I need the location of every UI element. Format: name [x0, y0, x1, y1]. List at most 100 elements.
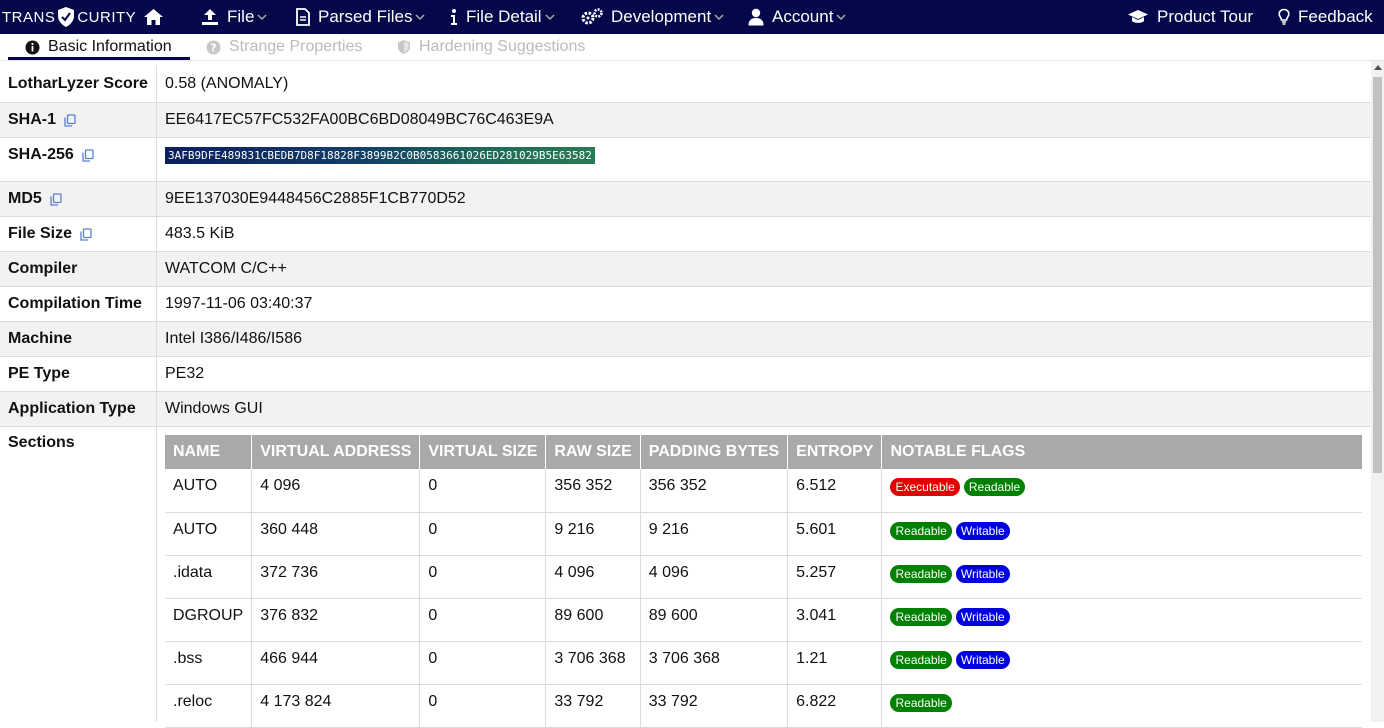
- sha256-row: SHA-256 3AFB9DFE489831CBEDB7D8F18828F389…: [0, 138, 1371, 182]
- section-virtual-address: 4 173 824: [251, 684, 421, 728]
- section-virtual-size: 0: [419, 684, 547, 728]
- section-notable-flags: Readable: [881, 684, 1362, 728]
- sections-header-row: NAME VIRTUAL ADDRESS VIRTUAL SIZE RAW SI…: [165, 435, 1362, 469]
- sections-body: AUTO 4 096 0 356 352 356 352 6.512 Executable R…: [165, 469, 1362, 728]
- flag-badge: Readable: [890, 564, 952, 583]
- section-name: .idata: [165, 555, 253, 599]
- application-type-value: Windows GUI: [165, 400, 263, 417]
- section-entropy: 1.21: [787, 641, 883, 685]
- section-raw-size: 89 600: [545, 598, 641, 642]
- home-icon: [144, 9, 163, 25]
- compiler-row: Compiler WATCOM C/C++: [0, 252, 1371, 287]
- compilation-time-row: Compilation Time 1997-11-06 03:40:37: [0, 287, 1371, 322]
- col-raw-size[interactable]: RAW SIZE: [545, 435, 641, 469]
- table-row: .idata 372 736 0 4 096 4 096 5.257 Readable Wri…: [165, 555, 1362, 599]
- copy-icon[interactable]: [82, 149, 94, 162]
- file-size-value: 483.5 KiB: [165, 225, 235, 242]
- application-type-label: Application Type: [0, 392, 157, 426]
- col-padding-bytes[interactable]: PADDING BYTES: [640, 435, 789, 469]
- section-name: .reloc: [165, 684, 253, 728]
- file-menu[interactable]: File: [201, 0, 267, 34]
- table-row: .bss 466 944 0 3 706 368 3 706 368 1.21 Readab…: [165, 641, 1362, 685]
- file-detail-menu[interactable]: File Detail: [450, 0, 555, 34]
- section-virtual-size: 0: [419, 555, 547, 599]
- development-label: Development: [611, 7, 712, 26]
- md5-label: MD5: [8, 190, 42, 207]
- upload-icon: [202, 9, 218, 25]
- section-raw-size: 4 096: [545, 555, 641, 599]
- flag-badge: Writable: [955, 564, 1010, 583]
- machine-value: Intel I386/I486/I586: [165, 330, 302, 347]
- machine-row: Machine Intel I386/I486/I586: [0, 322, 1371, 357]
- brand-text-left: TRANS: [2, 8, 56, 26]
- col-notable-flags[interactable]: NOTABLE FLAGS: [881, 435, 1362, 469]
- flag-badge: Writable: [955, 650, 1010, 669]
- home-link[interactable]: [143, 0, 164, 34]
- section-entropy: 5.601: [787, 512, 883, 556]
- brand-logo[interactable]: TRANS CURITY: [2, 0, 136, 34]
- tab-strange-properties[interactable]: ? Strange Properties: [206, 34, 362, 60]
- section-name: DGROUP: [165, 598, 253, 642]
- table-row: AUTO 360 448 0 9 216 9 216 5.601 Readable Writa…: [165, 512, 1362, 556]
- parsed-files-menu[interactable]: Parsed Files: [296, 0, 426, 34]
- section-padding-bytes: 356 352: [640, 469, 789, 513]
- account-menu[interactable]: Account: [748, 0, 846, 34]
- section-virtual-size: 0: [419, 512, 547, 556]
- section-virtual-size: 0: [419, 641, 547, 685]
- sha1-key: SHA-1: [0, 103, 157, 137]
- tab-hardening-suggestions[interactable]: Hardening Suggestions: [397, 34, 585, 60]
- pe-type-label: PE Type: [0, 357, 157, 391]
- section-name: AUTO: [165, 469, 253, 513]
- machine-label: Machine: [0, 322, 157, 356]
- file-size-key: File Size: [0, 217, 157, 251]
- section-notable-flags: Readable Writable: [881, 641, 1362, 685]
- sha1-value: EE6417EC57FC532FA00BC6BD08049BC76C463E9A: [165, 111, 554, 128]
- product-tour-link[interactable]: Product Tour: [1127, 0, 1253, 34]
- col-name[interactable]: NAME: [165, 435, 253, 469]
- copy-icon[interactable]: [64, 113, 76, 127]
- chevron-down-icon: [545, 14, 555, 21]
- sha256-key: SHA-256: [0, 138, 157, 181]
- section-name: AUTO: [165, 512, 253, 556]
- md5-key: MD5: [0, 182, 157, 216]
- col-virtual-size[interactable]: VIRTUAL SIZE: [419, 435, 547, 469]
- chevron-down-icon: [714, 14, 724, 21]
- tab-basic-label: Basic Information: [48, 38, 172, 55]
- sha256-selected-text[interactable]: 3AFB9DFE489831CBEDB7D8F18828F3899B2C0B05…: [165, 147, 595, 164]
- document-icon: [296, 8, 310, 26]
- section-notable-flags: Readable Writable: [881, 555, 1362, 599]
- sha256-label: SHA-256: [8, 146, 74, 163]
- score-row: LotharLyzer Score 0.58 (ANOMALY): [0, 66, 1371, 103]
- scroll-up-arrow-icon[interactable]: [1374, 65, 1382, 70]
- graduation-cap-icon: [1128, 10, 1148, 23]
- brand-text-right: CURITY: [77, 8, 137, 26]
- copy-icon[interactable]: [80, 227, 92, 241]
- vertical-scrollbar[interactable]: [1371, 61, 1384, 722]
- md5-value: 9EE137030E9448456C2885F1CB770D52: [165, 190, 466, 207]
- copy-icon[interactable]: [50, 192, 62, 206]
- section-virtual-address: 466 944: [251, 641, 421, 685]
- section-raw-size: 3 706 368: [545, 641, 641, 685]
- flag-badge: Readable: [890, 650, 952, 669]
- file-detail-label: File Detail: [466, 7, 542, 26]
- flag-badge: Executable: [890, 478, 960, 496]
- parsed-files-label: Parsed Files: [318, 7, 413, 26]
- sections-table: NAME VIRTUAL ADDRESS VIRTUAL SIZE RAW SI…: [165, 435, 1362, 728]
- section-virtual-size: 0: [419, 469, 547, 513]
- feedback-link[interactable]: Feedback: [1278, 0, 1373, 34]
- scrollbar-thumb[interactable]: [1373, 77, 1382, 473]
- compiler-value: WATCOM C/C++: [165, 260, 287, 277]
- flag-badge: Readable: [963, 478, 1026, 496]
- development-menu[interactable]: Development: [581, 0, 724, 34]
- chevron-down-icon: [257, 14, 267, 21]
- product-tour-label: Product Tour: [1157, 7, 1254, 26]
- table-row: .reloc 4 173 824 0 33 792 33 792 6.822 Readabl…: [165, 684, 1362, 728]
- sha256-value: 3AFB9DFE489831CBEDB7D8F18828F3899B2C0B05…: [165, 138, 595, 181]
- col-entropy[interactable]: ENTROPY: [787, 435, 883, 469]
- section-notable-flags: Executable Readable: [881, 469, 1362, 513]
- info-icon: [451, 9, 457, 25]
- lightbulb-icon: [1278, 8, 1290, 25]
- score-value: 0.58 (ANOMALY): [165, 75, 289, 92]
- col-virtual-address[interactable]: VIRTUAL ADDRESS: [251, 435, 421, 469]
- section-notable-flags: Readable Writable: [881, 598, 1362, 642]
